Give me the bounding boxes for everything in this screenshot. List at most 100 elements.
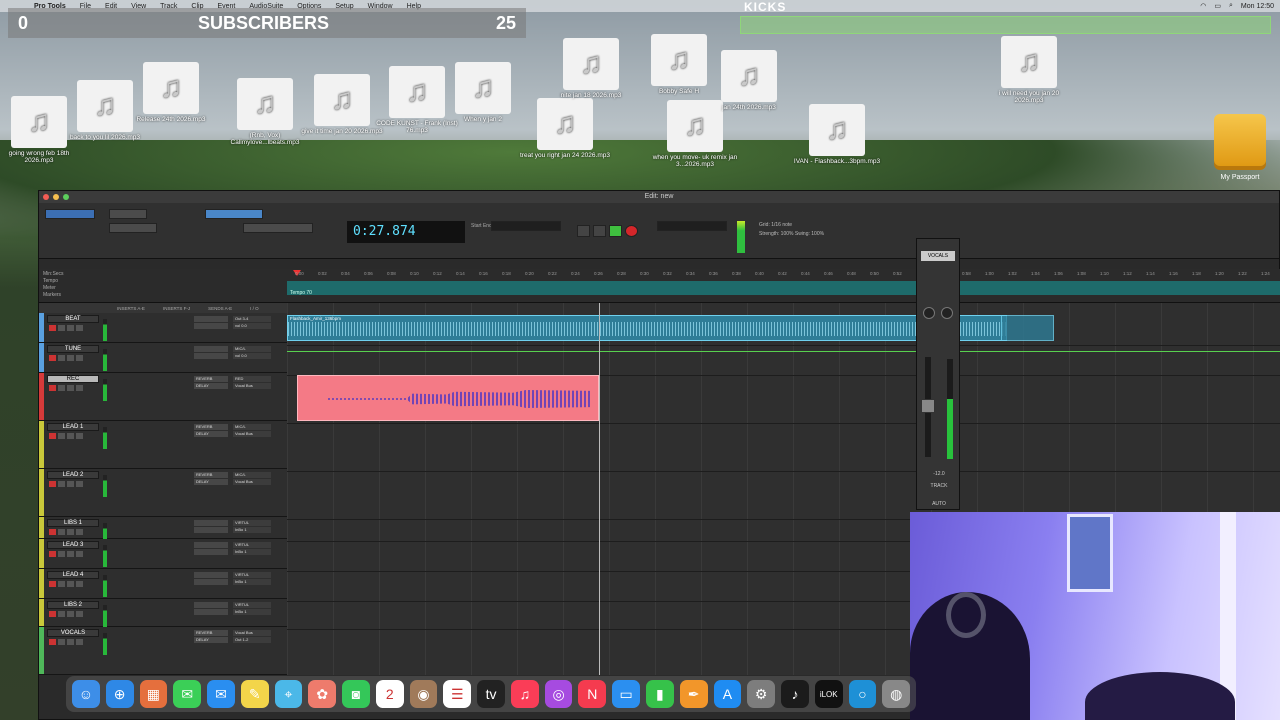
news-icon[interactable]: N xyxy=(578,680,607,708)
send-slot[interactable]: DELAY xyxy=(194,431,228,437)
send-slot[interactable]: REVERB xyxy=(194,424,228,430)
siri-icon[interactable]: ○ xyxy=(848,680,877,708)
desktop-file[interactable]: ♫ nite jan 18 2026.mp3 xyxy=(546,38,636,99)
search-icon[interactable]: ⌕ xyxy=(1229,2,1233,10)
track-header[interactable]: LIBS 1 VIRTUL InBo 1 xyxy=(39,517,287,545)
recorded-clip[interactable] xyxy=(297,375,599,421)
mail-icon[interactable]: ✉ xyxy=(207,680,235,708)
track-header[interactable]: REC REVERB DELAY RED Vocal Bus xyxy=(39,373,287,421)
edit-mode-buttons[interactable] xyxy=(45,209,95,219)
desktop-file[interactable]: ♫ IVAN - Flashback...3bpm.mp3 xyxy=(792,104,882,165)
strip-auto-label[interactable]: AUTO xyxy=(917,501,961,507)
mute-button[interactable] xyxy=(76,551,83,557)
music-icon[interactable]: ♫ xyxy=(510,680,539,708)
my-passport-drive[interactable]: My Passport xyxy=(1212,114,1268,181)
send-slot[interactable] xyxy=(194,549,228,555)
solo-button[interactable] xyxy=(67,385,74,391)
mute-button[interactable] xyxy=(76,433,83,439)
solo-button[interactable] xyxy=(67,355,74,361)
track-header[interactable]: LEAD 3 VIRTUL InBo 1 xyxy=(39,539,287,569)
record-enable-button[interactable] xyxy=(49,355,56,361)
zoom-buttons[interactable] xyxy=(109,209,147,219)
send-slot[interactable] xyxy=(194,602,228,608)
send-slot[interactable] xyxy=(194,579,228,585)
send-slot[interactable]: REVERB xyxy=(194,376,228,382)
desktop-file[interactable]: ♫ Release 24th 2026.mp3 xyxy=(126,62,216,123)
output-selector[interactable]: Vocal Bus xyxy=(233,479,271,485)
send-slot[interactable] xyxy=(194,353,228,359)
input-selector[interactable]: Vocal Bus xyxy=(233,630,271,636)
track-name[interactable]: LEAD 2 xyxy=(47,471,99,479)
pages-icon[interactable]: ✒ xyxy=(679,680,708,708)
grid-value[interactable]: 1/16 note xyxy=(771,222,792,228)
ilok-icon[interactable]: iLOK xyxy=(814,680,843,708)
close-icon[interactable] xyxy=(43,194,49,200)
track-header[interactable]: TUNE MIC/L vol 0.0 xyxy=(39,343,287,373)
stop-button[interactable] xyxy=(593,225,606,237)
input-selector[interactable]: MIC/L xyxy=(233,424,271,430)
record-enable-button[interactable] xyxy=(49,325,56,331)
tool-options[interactable] xyxy=(243,223,313,233)
numbers-icon[interactable]: ▮ xyxy=(646,680,674,708)
facetime-icon[interactable]: ◙ xyxy=(342,680,370,708)
grid-settings[interactable]: Grid: 1/16 note Strength: 100% Swing: 10… xyxy=(759,221,889,251)
output-selector[interactable]: InBo 1 xyxy=(233,549,271,555)
play-button[interactable] xyxy=(609,225,622,237)
solo-button[interactable] xyxy=(67,581,74,587)
solo-button[interactable] xyxy=(67,325,74,331)
audio-clip-beat[interactable]: Flashback_Amir_136bpm xyxy=(287,315,1007,341)
mute-button[interactable] xyxy=(76,355,83,361)
track-name[interactable]: REC xyxy=(47,375,99,383)
tempo-lane[interactable]: Tempo 70 xyxy=(287,281,1280,296)
input-monitor-button[interactable] xyxy=(58,325,65,331)
mute-button[interactable] xyxy=(76,611,83,617)
solo-button[interactable] xyxy=(67,481,74,487)
input-selector[interactable]: MIC/L xyxy=(233,346,271,352)
record-enable-button[interactable] xyxy=(49,433,56,439)
track-header[interactable]: LEAD 2 REVERB DELAY MIC/L Vocal Bus xyxy=(39,469,287,517)
track-header[interactable]: BEAT Out 3-4 vol 0.0 xyxy=(39,313,287,343)
launchpad-icon[interactable]: ▦ xyxy=(139,680,168,708)
send-slot[interactable]: DELAY xyxy=(194,383,228,389)
desktop-file[interactable]: ♫ jan 24th 2026.mp3 xyxy=(704,50,794,111)
mute-button[interactable] xyxy=(76,529,83,535)
tempo-meter-display[interactable] xyxy=(657,221,727,231)
input-selector[interactable]: VIRTUL xyxy=(233,520,271,526)
track-name[interactable]: TUNE xyxy=(47,345,99,353)
send-slot[interactable] xyxy=(194,609,228,615)
input-monitor-button[interactable] xyxy=(58,611,65,617)
audio-clip-beat-tail[interactable] xyxy=(1001,315,1054,341)
input-monitor-button[interactable] xyxy=(58,433,65,439)
output-selector[interactable]: vol 0.0 xyxy=(233,323,271,329)
keynote-icon[interactable]: ▭ xyxy=(612,680,641,708)
minimize-icon[interactable] xyxy=(53,194,59,200)
output-selector[interactable]: Out 1-2 xyxy=(233,637,271,643)
send-slot[interactable] xyxy=(194,520,228,526)
input-monitor-button[interactable] xyxy=(58,355,65,361)
record-button[interactable] xyxy=(625,225,638,237)
send-slot[interactable]: DELAY xyxy=(194,637,228,643)
photos-icon[interactable]: ✿ xyxy=(308,680,337,708)
settings-icon[interactable]: ⚙ xyxy=(747,680,776,708)
input-selector[interactable]: RED xyxy=(233,376,271,382)
track-name[interactable]: LEAD 3 xyxy=(47,541,99,549)
input-selector[interactable]: MIC/L xyxy=(233,472,271,478)
safari-icon[interactable]: ⊕ xyxy=(105,680,134,708)
loop-button[interactable] xyxy=(577,225,590,237)
send-slot[interactable] xyxy=(194,346,228,352)
desktop-file[interactable]: ♫ i will need you jan 20 2026.mp3 xyxy=(984,36,1074,104)
mute-button[interactable] xyxy=(76,481,83,487)
track-header[interactable]: VOCALS REVERB DELAY Vocal Bus Out 1-2 xyxy=(39,627,287,675)
contacts-icon[interactable]: ◉ xyxy=(409,680,438,708)
midi-controls[interactable] xyxy=(491,221,561,231)
tv-icon[interactable]: tv xyxy=(477,680,505,708)
solo-button[interactable] xyxy=(67,529,74,535)
input-monitor-button[interactable] xyxy=(58,529,65,535)
track-name[interactable]: LEAD 1 xyxy=(47,423,99,431)
input-monitor-button[interactable] xyxy=(58,481,65,487)
desktop-file[interactable]: ♫ treat you right jan 24 2026.mp3 xyxy=(520,98,610,159)
send-slot[interactable] xyxy=(194,527,228,533)
podcasts-icon[interactable]: ◎ xyxy=(544,680,573,708)
mute-button[interactable] xyxy=(76,325,83,331)
maps-icon[interactable]: ⌖ xyxy=(274,680,303,708)
